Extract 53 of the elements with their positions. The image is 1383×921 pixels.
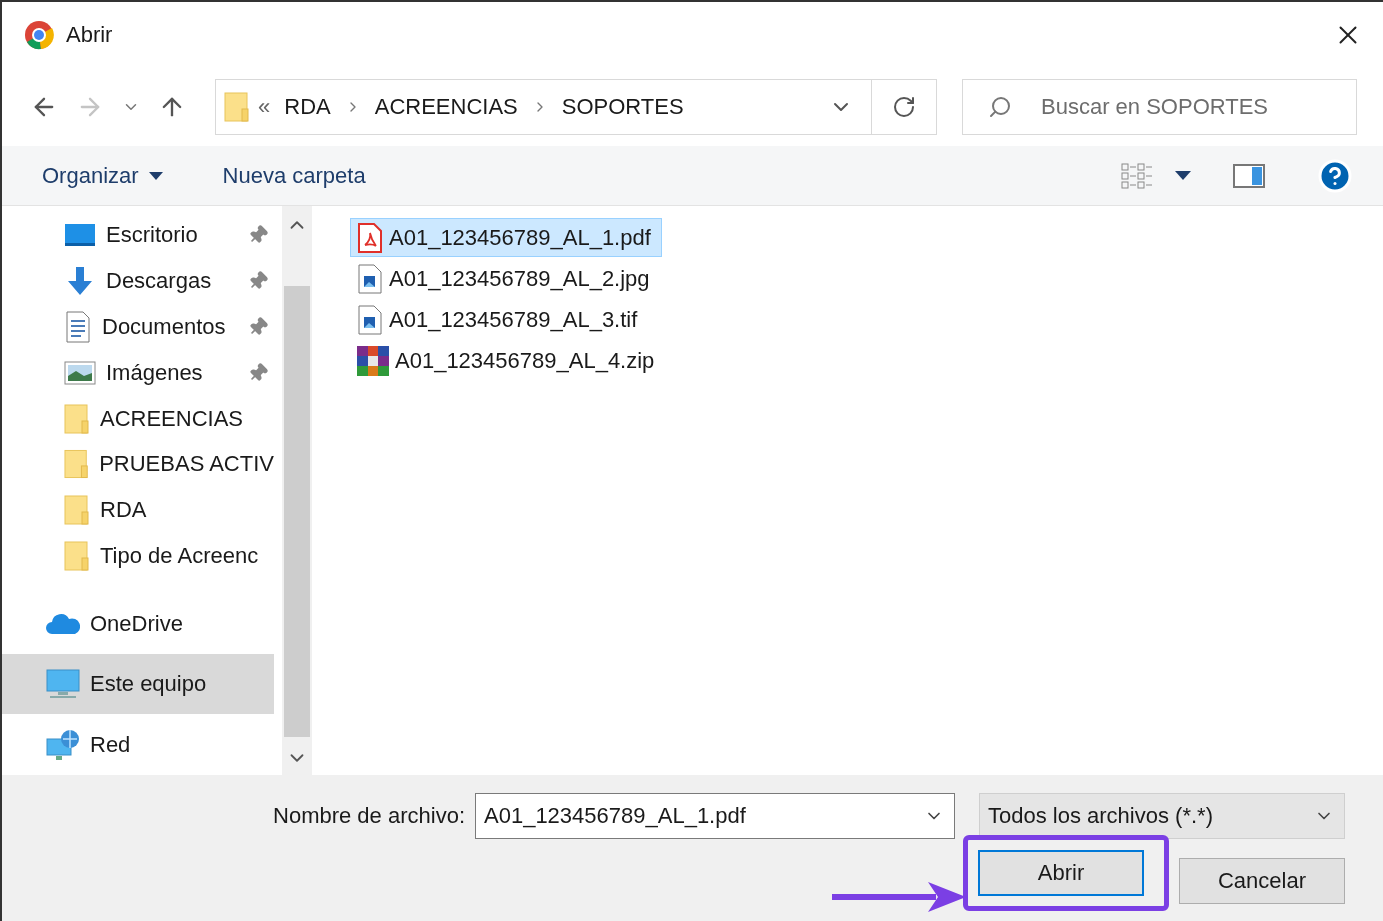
- sidebar-item[interactable]: Tipo de Acreenc: [2, 533, 274, 580]
- folder-icon: [64, 402, 90, 435]
- file-item[interactable]: A01_123456789_AL_1.pdf: [350, 218, 662, 257]
- search-field[interactable]: Buscar en SOPORTES: [962, 79, 1357, 135]
- picture-frame-icon: [64, 359, 96, 386]
- folder-icon: [64, 494, 90, 527]
- help-icon[interactable]: [1317, 157, 1353, 194]
- sidebar-item[interactable]: Documentos: [2, 303, 274, 350]
- preview-pane-icon[interactable]: [1233, 163, 1265, 188]
- caret-icon: [148, 171, 163, 180]
- document-icon: [64, 310, 92, 343]
- scrollbar-thumb[interactable]: [284, 286, 310, 737]
- breadcrumb[interactable]: RDA: [284, 94, 331, 120]
- new-folder-button[interactable]: Nueva carpeta: [222, 162, 366, 189]
- sidebar-item[interactable]: OneDrive: [2, 593, 274, 654]
- pdf-file-icon: [357, 222, 383, 253]
- window-title: Abrir: [66, 22, 114, 48]
- cloud-icon: [46, 611, 80, 636]
- sidebar-item[interactable]: Red: [2, 714, 274, 775]
- search-icon: [988, 95, 1012, 119]
- image-file-icon: [357, 304, 383, 335]
- cancel-button[interactable]: Cancelar: [1179, 858, 1345, 904]
- sidebar-item[interactable]: Este equipo: [2, 653, 274, 715]
- sidebar-item[interactable]: Imágenes: [2, 349, 274, 396]
- file-type-select[interactable]: Todos los archivos (*.*): [979, 793, 1345, 839]
- desktop-icon: [64, 221, 96, 248]
- caret-icon[interactable]: [1175, 171, 1191, 180]
- overflow-chevrons[interactable]: «: [258, 94, 271, 120]
- sidebar-item[interactable]: RDA: [2, 487, 274, 534]
- organize-menu[interactable]: Organizar: [42, 162, 163, 189]
- computer-icon: [46, 668, 80, 701]
- address-bar[interactable]: « RDA ACREENCIAS SOPORTES: [215, 79, 937, 135]
- browser-logo-icon: [24, 20, 54, 50]
- scrollbar[interactable]: [282, 206, 312, 775]
- breadcrumb[interactable]: SOPORTES: [561, 94, 684, 120]
- sidebar-item[interactable]: PRUEBAS ACTIV: [2, 441, 274, 488]
- folder-icon: [64, 448, 90, 481]
- refresh-icon[interactable]: [892, 95, 916, 119]
- filename-field[interactable]: A01_123456789_AL_1.pdf: [475, 793, 955, 839]
- file-item[interactable]: A01_123456789_AL_3.tif: [350, 300, 649, 339]
- filename-label: Nombre de archivo:: [273, 803, 465, 829]
- folder-icon: [64, 540, 90, 573]
- sidebar-item[interactable]: ACREENCIAS: [2, 395, 274, 442]
- open-button[interactable]: Abrir: [978, 850, 1144, 896]
- file-item[interactable]: A01_123456789_AL_2.jpg: [350, 259, 661, 298]
- folder-icon: [224, 91, 250, 123]
- breadcrumb[interactable]: ACREENCIAS: [374, 94, 518, 120]
- sidebar-item[interactable]: Descargas: [2, 257, 274, 304]
- network-icon: [46, 728, 80, 761]
- sidebar-item[interactable]: Escritorio: [2, 212, 274, 258]
- archive-icon: [357, 345, 389, 376]
- image-file-icon: [357, 263, 383, 294]
- file-item[interactable]: A01_123456789_AL_4.zip: [350, 341, 666, 380]
